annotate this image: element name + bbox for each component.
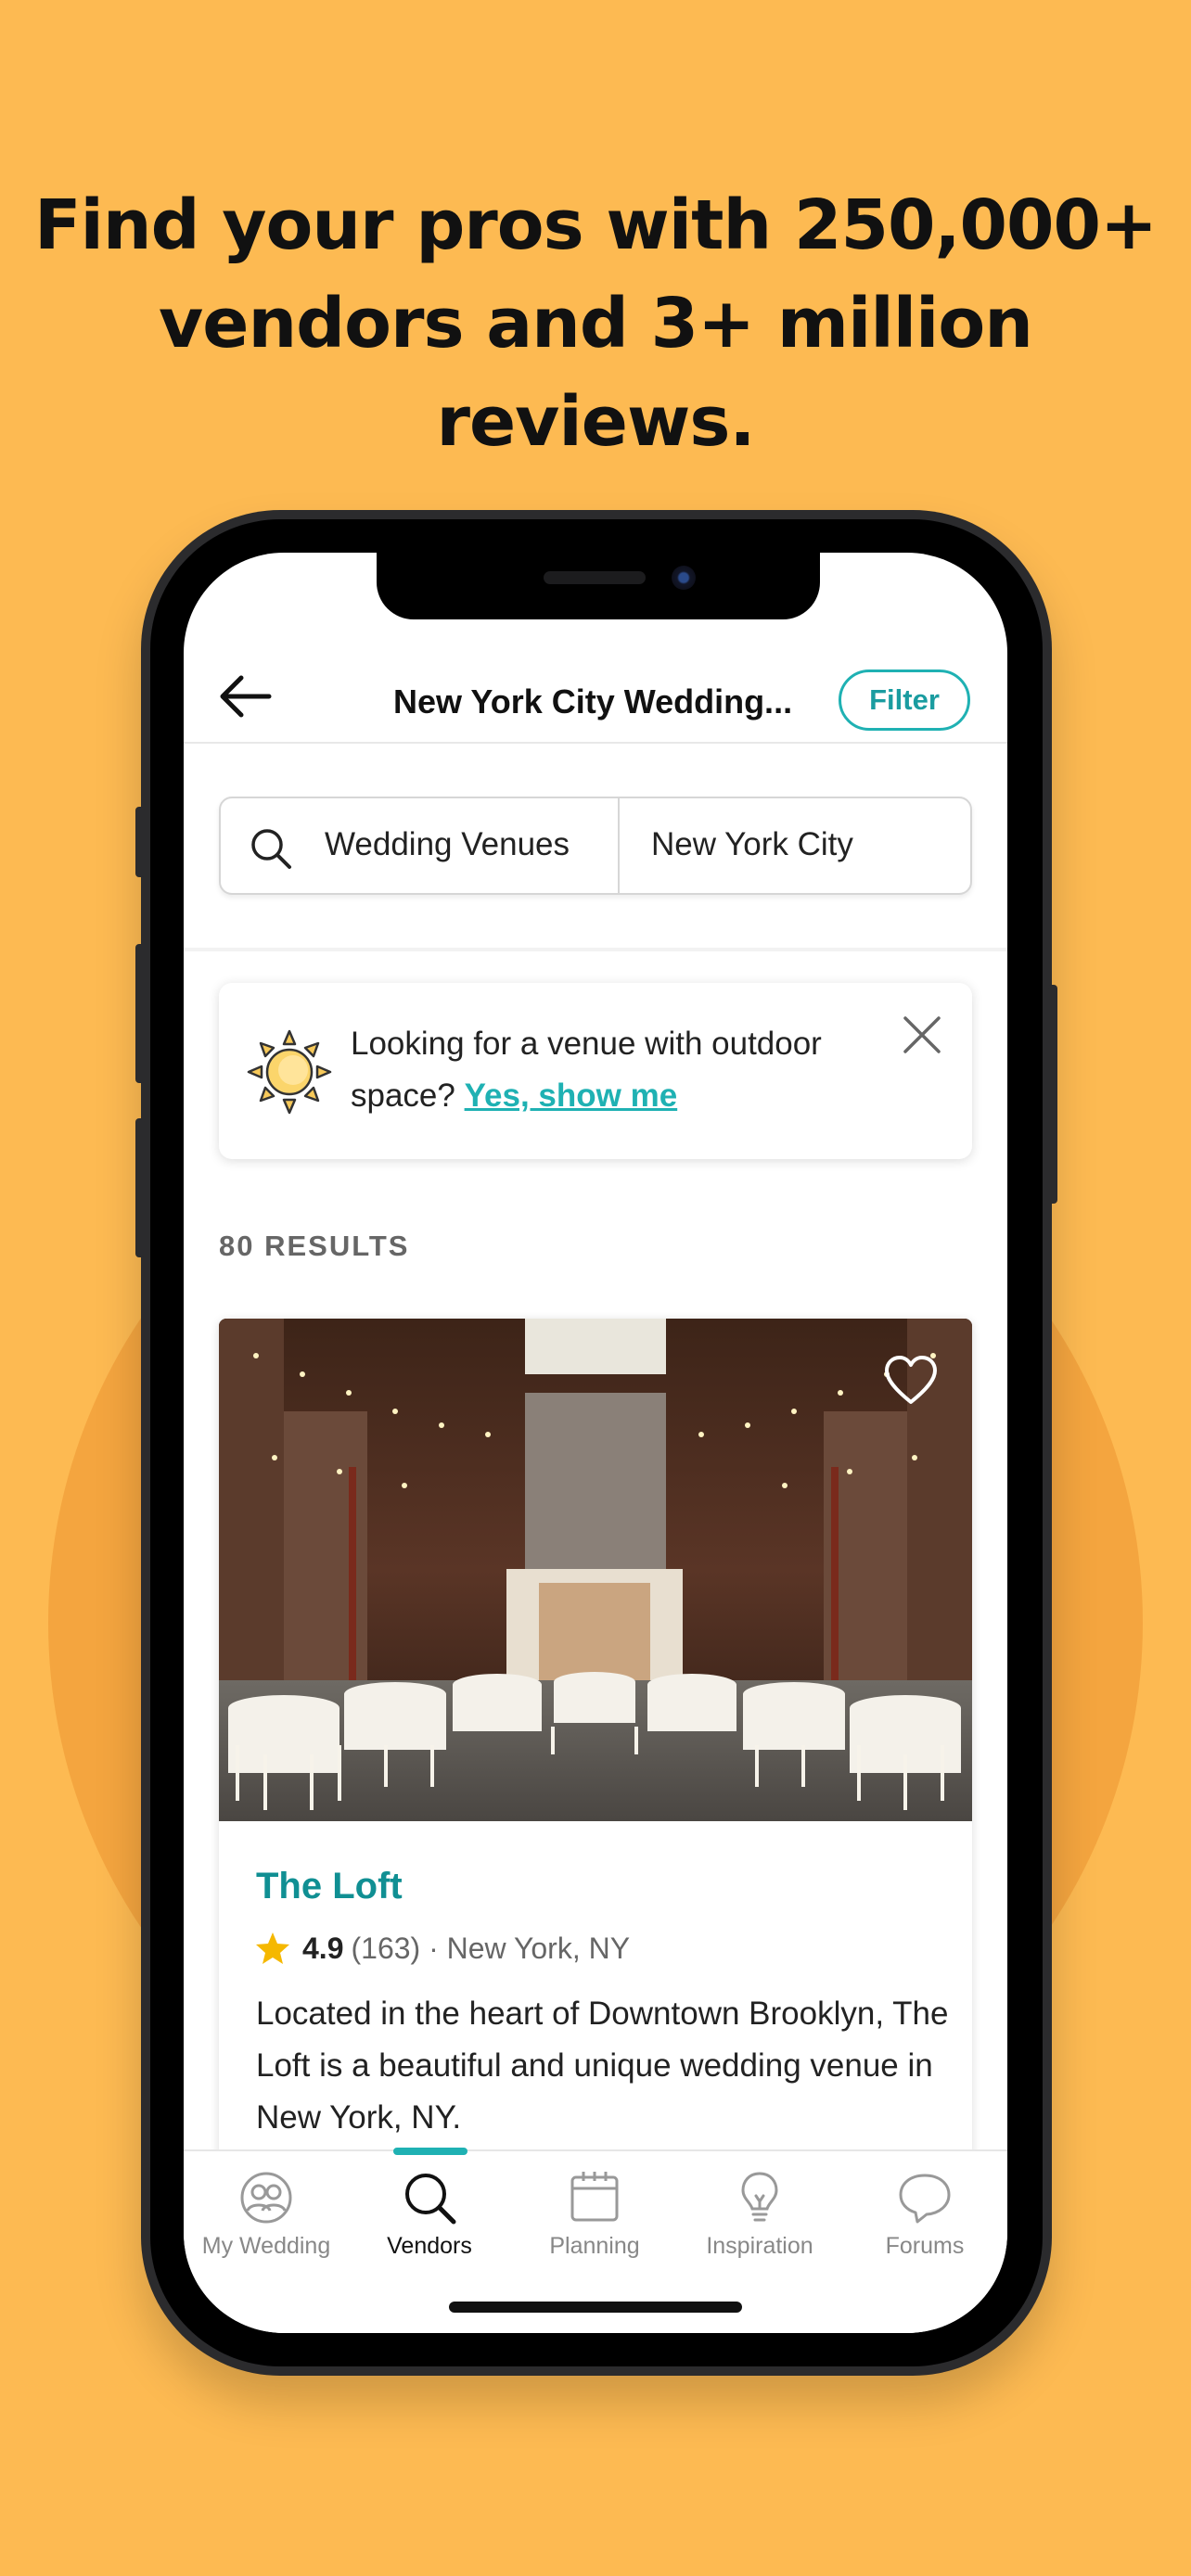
top-nav-bar: New York City Wedding... Filter [184,655,1007,744]
calendar-icon [570,2172,619,2222]
tab-label: Inspiration [706,2233,813,2259]
home-indicator[interactable] [449,2302,742,2313]
barn-venue-photo[interactable] [219,1319,972,1821]
page-title: New York City Wedding... [393,682,793,721]
tab-forums[interactable]: Forums [842,2168,1007,2260]
promo-text: Looking for a venue with outdoor space? … [351,1018,889,1122]
rating-row: 4.9 (163) · New York, NY [254,1931,630,1966]
lightbulb-icon [741,2172,778,2222]
location-input[interactable]: New York City [651,826,853,863]
search-icon [251,829,291,869]
section-divider [184,948,1007,951]
chat-bubble-icon [899,2174,951,2224]
headline: Find your pros with 250,000+ vendors and… [0,176,1191,471]
search-divider [618,798,620,893]
sun-icon [247,1029,332,1115]
search-icon [405,2174,456,2225]
headline-line-1: Find your pros with 250,000+ [33,185,1158,265]
venue-card[interactable]: The Loft 4.9 (163) · New York, NY Locate… [219,1319,972,2246]
arrow-left-icon[interactable] [217,673,273,720]
active-tab-indicator [393,2148,467,2155]
headline-line-2: vendors and 3+ million reviews. [159,284,1033,462]
phone-screen: New York City Wedding... Filter Wedding … [184,553,1007,2333]
close-icon[interactable] [902,1014,942,1055]
star-icon [256,1932,289,1964]
filter-button[interactable]: Filter [839,670,970,731]
rating-value: 4.9 [302,1931,344,1965]
tab-vendors[interactable]: Vendors [347,2168,512,2260]
tab-label: My Wedding [201,2233,331,2259]
venue-name[interactable]: The Loft [256,1866,403,1907]
category-input[interactable]: Wedding Venues [325,826,570,863]
tab-my-wedding[interactable]: My Wedding [184,2168,349,2260]
review-count: (163) [351,1931,421,1965]
search-bar[interactable]: Wedding Venues New York City [219,797,972,895]
results-count: 80 RESULTS [219,1230,410,1262]
tab-label: Forums [885,2233,965,2259]
outdoor-space-banner: Looking for a venue with outdoor space? … [219,983,972,1159]
venue-location: New York, NY [446,1931,631,1965]
camera-icon [672,566,696,590]
couple-icon [240,2172,292,2224]
promo-link[interactable]: Yes, show me [465,1078,678,1114]
notch [377,553,820,619]
tab-planning[interactable]: Planning [512,2168,677,2260]
tab-label: Vendors [387,2233,472,2259]
tab-label: Planning [549,2233,640,2259]
venue-description: Located in the heart of Downtown Brookly… [256,1996,949,2136]
heart-icon[interactable] [883,1354,939,1406]
rating-separator: · [420,1931,447,1965]
tab-inspiration[interactable]: Inspiration [677,2168,842,2260]
